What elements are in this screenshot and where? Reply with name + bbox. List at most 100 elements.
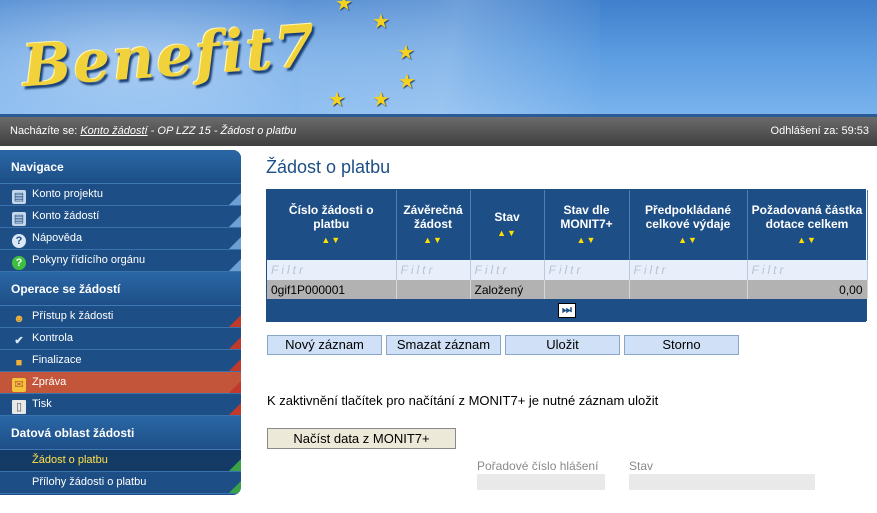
corner-marker [229, 259, 241, 271]
state-field[interactable] [629, 474, 815, 490]
sort-arrows-icon[interactable]: ▲▼ [474, 226, 541, 240]
corner-marker [229, 315, 241, 327]
cell-cislo: 0gif1P000001 [267, 280, 397, 299]
cell-zaverecna [396, 280, 471, 299]
corner-marker [229, 403, 241, 415]
filter-input[interactable]: Filtr [396, 260, 471, 280]
column-header-label: Požadovaná částka dotace celkem [751, 203, 863, 231]
table-row[interactable]: 0gif1P000001 Založený 0,00 [267, 280, 868, 299]
cancel-button[interactable]: Storno [624, 335, 739, 355]
sidebar-item-pristup[interactable]: ☻ Přístup k žádosti [0, 306, 241, 328]
payment-request-grid: Číslo žádosti o platbu ▲▼ Závěrečná žádos… [266, 189, 868, 322]
delete-record-button[interactable]: Smazat záznam [386, 335, 501, 355]
sidebar-item-label: Pokyny řídícího orgánu [32, 254, 146, 266]
cell-vydaje [629, 280, 748, 299]
help-icon: ? [12, 234, 26, 248]
corner-marker [229, 381, 241, 393]
sidebar: Navigace ▤ Konto projektu ▤ Konto žádostí … [0, 150, 241, 495]
column-header-stav[interactable]: Stav ▲▼ [470, 190, 545, 260]
breadcrumb-link-konto-zadosti[interactable]: Konto žádostí [80, 125, 147, 137]
sidebar-item-kontrola[interactable]: ✔ Kontrola [0, 328, 241, 350]
state-label: Stav [629, 459, 654, 473]
sidebar-item-label: Tisk [32, 398, 52, 410]
sidebar-item-label: Konto žádostí [32, 210, 100, 222]
eu-star-icon: ★ [328, 89, 346, 111]
order-number-label: Pořadové číslo hlášení [477, 459, 599, 473]
filter-input[interactable]: Filtr [470, 260, 545, 280]
new-record-button[interactable]: Nový záznam [267, 335, 382, 355]
monit-note: K zaktivnění tlačítek pro načítání z MON… [267, 393, 659, 408]
filter-placeholder: Filtr [548, 263, 584, 277]
column-header-label: Stav dle MONIT7+ [560, 203, 613, 231]
sidebar-item-zadost-o-platbu[interactable]: Žádost o platbu [0, 450, 241, 472]
filter-input[interactable]: Filtr [267, 260, 397, 280]
filter-placeholder: Filtr [400, 263, 436, 277]
lock-icon: ■ [15, 357, 23, 369]
requests-icon: ▤ [12, 212, 26, 226]
column-header-label: Závěrečná žádost [403, 203, 463, 231]
filter-row: Filtr Filtr Filtr Filtr Filtr Filtr [267, 260, 868, 280]
save-button[interactable]: Uložit [505, 335, 620, 355]
sort-arrows-icon[interactable]: ▲▼ [270, 233, 393, 247]
sidebar-item-konto-projektu[interactable]: ▤ Konto projektu [0, 184, 241, 206]
column-header-castka[interactable]: Požadovaná částka dotace celkem ▲▼ [747, 190, 868, 260]
check-icon: ✔ [14, 335, 24, 347]
sidebar-section-operace: Operace se žádostí [0, 272, 241, 306]
column-header-stav-monit[interactable]: Stav dle MONIT7+ ▲▼ [544, 190, 630, 260]
sidebar-item-prilohy[interactable]: Přílohy žádosti o platbu [0, 472, 241, 494]
sidebar-item-finalizace[interactable]: ■ Finalizace [0, 350, 241, 372]
filter-placeholder: Filtr [271, 263, 306, 277]
filter-input[interactable]: Filtr [629, 260, 748, 280]
filter-input[interactable]: Filtr [747, 260, 868, 280]
corner-marker [229, 237, 241, 249]
print-icon: ▯ [12, 400, 26, 414]
sidebar-item-pokyny[interactable]: ? Pokyny řídícího orgánu [0, 250, 241, 272]
load-monit-button[interactable]: Načíst data z MONIT7+ [267, 428, 456, 449]
sort-arrows-icon[interactable]: ▲▼ [548, 233, 626, 247]
sidebar-item-konto-zadosti[interactable]: ▤ Konto žádostí [0, 206, 241, 228]
eu-star-icon: ★ [372, 11, 390, 33]
sidebar-item-tisk[interactable]: ▯ Tisk [0, 394, 241, 416]
status-bar: Nacházíte se: Konto žádostí - OP LZZ 15 … [0, 117, 877, 146]
corner-marker [229, 459, 241, 471]
sidebar-item-label: Kontrola [32, 332, 73, 344]
logout-timer: Odhlášení za: 59:53 [771, 125, 869, 137]
logout-label: Odhlášení za: [770, 125, 839, 137]
sidebar-item-label: Zpráva [32, 376, 67, 388]
corner-marker [229, 481, 241, 493]
header-banner: Benefit7 ★ ★ ★ ★ ★ ★ [0, 0, 877, 117]
breadcrumb-rest: - OP LZZ 15 - Žádost o platbu [147, 125, 297, 137]
column-header-zaverecna[interactable]: Závěrečná žádost ▲▼ [396, 190, 471, 260]
filter-placeholder: Filtr [474, 263, 510, 277]
breadcrumb-prefix: Nacházíte se: [10, 125, 78, 137]
sort-arrows-icon[interactable]: ▲▼ [400, 233, 467, 247]
corner-marker [229, 337, 241, 349]
guidelines-icon: ? [12, 256, 26, 270]
logout-time: 59:53 [841, 125, 869, 137]
action-toolbar: Nový záznam Smazat záznam Uložit Storno [266, 335, 866, 355]
sidebar-item-label: Konto projektu [32, 188, 103, 200]
column-header-cislo[interactable]: Číslo žádosti o platbu ▲▼ [267, 190, 397, 260]
sidebar-item-label: Přílohy žádosti o platbu [32, 476, 147, 488]
sidebar-section-datova-oblast: Datová oblast žádosti [0, 416, 241, 450]
column-header-label: Stav [494, 210, 520, 224]
column-header-vydaje[interactable]: Předpokládané celkové výdaje ▲▼ [629, 190, 748, 260]
order-number-field[interactable] [477, 474, 605, 490]
next-page-icon[interactable]: ⏭ [558, 302, 576, 318]
corner-marker [229, 215, 241, 227]
sidebar-item-napoveda[interactable]: ? Nápověda [0, 228, 241, 250]
sidebar-item-zprava[interactable]: ✉ Zpráva [0, 372, 241, 394]
sidebar-item-label: Žádost o platbu [32, 454, 108, 466]
filter-input[interactable]: Filtr [544, 260, 630, 280]
sidebar-section-navigace: Navigace [0, 150, 241, 184]
filter-placeholder: Filtr [751, 263, 787, 277]
message-icon: ✉ [12, 378, 26, 392]
eu-star-icon: ★ [372, 89, 390, 111]
corner-marker [229, 359, 241, 371]
column-header-label: Číslo žádosti o platbu [288, 203, 374, 231]
sort-arrows-icon[interactable]: ▲▼ [633, 233, 744, 247]
access-icon: ☻ [13, 313, 25, 325]
sort-arrows-icon[interactable]: ▲▼ [751, 233, 864, 247]
corner-marker [229, 193, 241, 205]
eu-star-icon: ★ [335, 0, 353, 15]
